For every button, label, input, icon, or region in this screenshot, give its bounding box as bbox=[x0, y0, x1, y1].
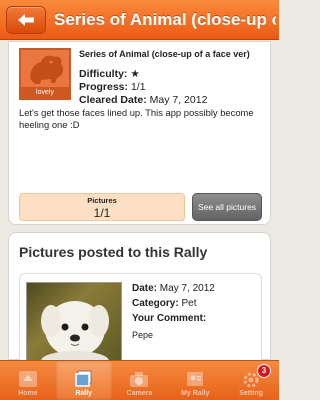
pictures-count: 1/1 bbox=[93, 206, 111, 220]
navigation-bar: Series of Animal (close-up of a face ver… bbox=[0, 0, 279, 40]
difficulty-row: Difficulty: ★ bbox=[79, 68, 140, 80]
section-title: Pictures posted to this Rally bbox=[19, 244, 208, 260]
photo-comment-label-row: Your Comment: bbox=[132, 313, 206, 324]
rally-title: Series of Animal (close-up of a face ver… bbox=[79, 49, 250, 59]
camera-icon bbox=[130, 372, 149, 387]
photo-date-row: Date: May 7, 2012 bbox=[132, 283, 215, 294]
tab-setting[interactable]: Setting 3 bbox=[223, 361, 279, 400]
tab-setting-label: Setting bbox=[239, 390, 263, 397]
posted-photo[interactable] bbox=[26, 282, 122, 362]
rally-detail-card: lovely Series of Animal (close-up of a f… bbox=[8, 41, 271, 225]
tab-my-rally-label: My Rally bbox=[181, 390, 210, 397]
back-button[interactable] bbox=[6, 5, 46, 34]
photo-category-label: Category: bbox=[132, 298, 179, 309]
my-rally-icon bbox=[187, 372, 204, 386]
page-title: Series of Animal (close-up of a face ver… bbox=[54, 9, 276, 29]
dog-photo-icon bbox=[41, 301, 109, 361]
photo-comment-label: Your Comment: bbox=[132, 313, 207, 324]
back-arrow-icon bbox=[18, 13, 34, 26]
pictures-label: Pictures bbox=[87, 196, 117, 205]
home-icon bbox=[18, 371, 37, 387]
tab-bar: Home Rally Camera My Rally Setting 3 bbox=[0, 360, 279, 400]
tab-camera-label: Camera bbox=[126, 390, 153, 397]
progress-row: Progress: 1/1 bbox=[79, 81, 146, 93]
cleared-date-label: Cleared Date: bbox=[79, 94, 147, 106]
tab-my-rally[interactable]: My Rally bbox=[167, 361, 223, 400]
tab-home-label: Home bbox=[18, 390, 38, 397]
photo-date-value: May 7, 2012 bbox=[159, 283, 215, 294]
notification-badge: 3 bbox=[256, 364, 271, 378]
photo-category-value: Pet bbox=[181, 298, 197, 309]
rally-description: Let's get those faces lined up. This app… bbox=[19, 107, 254, 130]
difficulty-value: ★ bbox=[130, 68, 140, 80]
photo-comment-value: Pepe bbox=[132, 330, 154, 340]
cleared-date-row: Cleared Date: May 7, 2012 bbox=[79, 94, 207, 106]
dog-silhouette-icon bbox=[30, 55, 64, 84]
see-all-pictures-button[interactable]: See all pictures bbox=[192, 193, 262, 221]
progress-value: 1/1 bbox=[130, 81, 146, 93]
cleared-date-value: May 7, 2012 bbox=[149, 94, 208, 106]
progress-label: Progress: bbox=[79, 81, 129, 93]
tab-rally-label: Rally bbox=[75, 390, 93, 397]
rally-thumbnail[interactable]: lovely bbox=[19, 48, 71, 100]
posted-picture-item[interactable]: Date: May 7, 2012 Category: Pet Your Com… bbox=[19, 273, 262, 362]
photo-date-label: Date: bbox=[132, 283, 158, 294]
tab-home[interactable]: Home bbox=[0, 361, 56, 400]
tab-camera[interactable]: Camera bbox=[112, 361, 168, 400]
tab-rally[interactable]: Rally bbox=[55, 361, 112, 400]
rally-icon bbox=[74, 370, 92, 387]
pictures-progress-box: Pictures 1/1 bbox=[19, 193, 185, 221]
thumb-label: lovely bbox=[21, 87, 69, 98]
difficulty-label: Difficulty: bbox=[79, 68, 128, 80]
posted-pictures-card: Pictures posted to this Rally Date: May … bbox=[8, 232, 271, 362]
photo-category-row: Category: Pet bbox=[132, 298, 196, 309]
